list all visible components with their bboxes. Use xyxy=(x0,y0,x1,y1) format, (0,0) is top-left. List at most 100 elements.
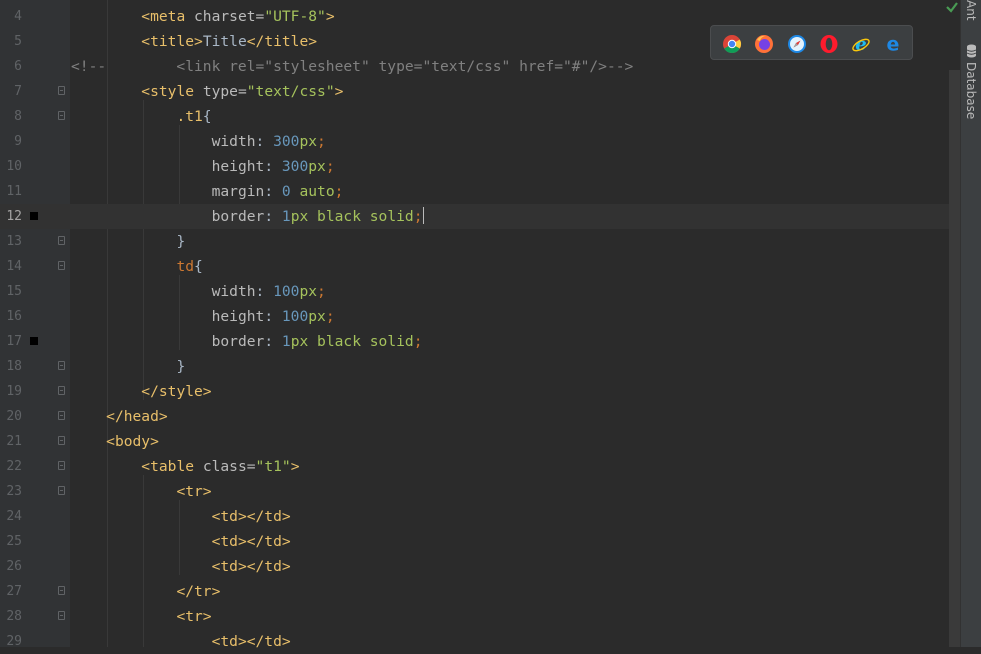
fold-icon[interactable] xyxy=(58,411,65,420)
code-line[interactable]: 23 <tr> xyxy=(0,479,960,504)
fold-icon[interactable] xyxy=(58,586,65,595)
code-line[interactable]: 17 border: 1px black solid; xyxy=(0,329,960,354)
edge-icon[interactable]: e xyxy=(883,34,903,54)
code-line[interactable]: 10 height: 300px; xyxy=(0,154,960,179)
fold-icon[interactable] xyxy=(58,436,65,445)
code-text: <style type="text/css"> xyxy=(141,83,344,100)
fold-icon[interactable] xyxy=(58,111,65,120)
breakpoint-marker[interactable] xyxy=(30,337,38,345)
code-text: height: 300px; xyxy=(211,158,335,175)
ant-tab[interactable]: Ant xyxy=(964,0,978,21)
code-text: </style> xyxy=(141,383,212,400)
code-line[interactable]: 16 height: 100px; xyxy=(0,304,960,329)
code-line[interactable]: 11 margin: 0 auto; xyxy=(0,179,960,204)
code-line[interactable]: 19 </style> xyxy=(0,379,960,404)
line-number[interactable]: 13 xyxy=(0,229,22,254)
code-line[interactable]: 14 td{ xyxy=(0,254,960,279)
code-text: <td></td> xyxy=(211,633,291,650)
fold-icon[interactable] xyxy=(58,611,65,620)
line-number[interactable]: 21 xyxy=(0,429,22,454)
code-line[interactable]: 12 border: 1px black solid; xyxy=(0,204,960,229)
line-number[interactable]: 24 xyxy=(0,504,22,529)
code-text: </tr> xyxy=(176,583,221,600)
code-text: <table class="t1"> xyxy=(141,458,300,475)
code-line[interactable]: 15 width: 100px; xyxy=(0,279,960,304)
line-number[interactable]: 4 xyxy=(0,4,22,29)
code-line[interactable]: 27 </tr> xyxy=(0,579,960,604)
fold-icon[interactable] xyxy=(58,386,65,395)
line-number[interactable]: 25 xyxy=(0,529,22,554)
opera-icon[interactable] xyxy=(819,34,839,54)
line-number[interactable]: 14 xyxy=(0,254,22,279)
database-tab[interactable]: Database xyxy=(964,62,978,119)
code-line[interactable]: 29 <td></td> xyxy=(0,629,960,654)
line-number[interactable]: 18 xyxy=(0,354,22,379)
code-line[interactable]: 18 } xyxy=(0,354,960,379)
code-line[interactable]: 9 width: 300px; xyxy=(0,129,960,154)
code-text: td{ xyxy=(176,258,203,275)
code-line[interactable]: 25 <td></td> xyxy=(0,529,960,554)
line-number[interactable]: 15 xyxy=(0,279,22,304)
line-number[interactable]: 9 xyxy=(0,129,22,154)
code-text: <tr> xyxy=(176,608,212,625)
breakpoint-marker[interactable] xyxy=(30,212,38,220)
fold-icon[interactable] xyxy=(58,236,65,245)
code-text: } xyxy=(176,358,186,375)
ant-tab-label: Ant xyxy=(964,0,978,21)
safari-icon[interactable] xyxy=(787,34,807,54)
code-line[interactable]: 22 <table class="t1"> xyxy=(0,454,960,479)
fold-icon[interactable] xyxy=(58,361,65,370)
code-text: height: 100px; xyxy=(211,308,335,325)
fold-icon[interactable] xyxy=(58,461,65,470)
code-line[interactable]: 26 <td></td> xyxy=(0,554,960,579)
line-number[interactable]: 12 xyxy=(0,204,22,229)
line-number[interactable]: 20 xyxy=(0,404,22,429)
line-number[interactable]: 5 xyxy=(0,29,22,54)
line-number[interactable]: 11 xyxy=(0,179,22,204)
line-number[interactable]: 22 xyxy=(0,454,22,479)
code-line[interactable]: 21 <body> xyxy=(0,429,960,454)
vertical-scrollbar[interactable] xyxy=(949,70,960,647)
code-text: <td></td> xyxy=(211,508,291,525)
line-number[interactable]: 23 xyxy=(0,479,22,504)
right-tool-strip: Ant Database xyxy=(960,0,981,647)
line-number[interactable]: 7 xyxy=(0,79,22,104)
line-number[interactable]: 27 xyxy=(0,579,22,604)
fold-icon[interactable] xyxy=(58,86,65,95)
code-line[interactable]: 13 } xyxy=(0,229,960,254)
code-line[interactable]: 28 <tr> xyxy=(0,604,960,629)
code-line[interactable]: 24 <td></td> xyxy=(0,504,960,529)
fold-icon[interactable] xyxy=(58,486,65,495)
line-number[interactable]: 8 xyxy=(0,104,22,129)
svg-text:e: e xyxy=(887,34,900,54)
line-number[interactable]: 26 xyxy=(0,554,22,579)
line-number[interactable]: 6 xyxy=(0,54,22,79)
line-number[interactable]: 17 xyxy=(0,329,22,354)
code-text: margin: 0 auto; xyxy=(211,183,344,200)
code-text: border: 1px black solid; xyxy=(211,207,424,225)
internet-explorer-icon[interactable]: e xyxy=(851,34,871,54)
code-line[interactable]: 7 <style type="text/css"> xyxy=(0,79,960,104)
inspection-ok-icon[interactable] xyxy=(945,0,959,14)
line-number[interactable]: 29 xyxy=(0,629,22,654)
code-text: <tr> xyxy=(176,483,212,500)
fold-icon[interactable] xyxy=(58,261,65,270)
line-number[interactable]: 19 xyxy=(0,379,22,404)
code-text: <body> xyxy=(106,433,159,450)
code-text: .t1{ xyxy=(176,108,212,125)
browser-preview-bar: e e xyxy=(710,25,913,60)
code-line[interactable]: 8 .t1{ xyxy=(0,104,960,129)
code-line[interactable]: 20 </head> xyxy=(0,404,960,429)
text-cursor xyxy=(422,207,424,224)
code-text: width: 300px; xyxy=(211,133,326,150)
code-text: width: 100px; xyxy=(211,283,326,300)
line-number[interactable]: 28 xyxy=(0,604,22,629)
code-text: <meta charset="UTF-8"> xyxy=(141,8,335,25)
firefox-icon[interactable] xyxy=(754,34,774,54)
code-text: border: 1px black solid; xyxy=(211,333,423,350)
code-text: <title>Title</title> xyxy=(141,33,318,50)
chrome-icon[interactable] xyxy=(722,34,742,54)
line-number[interactable]: 10 xyxy=(0,154,22,179)
code-text: <td></td> xyxy=(211,558,291,575)
line-number[interactable]: 16 xyxy=(0,304,22,329)
